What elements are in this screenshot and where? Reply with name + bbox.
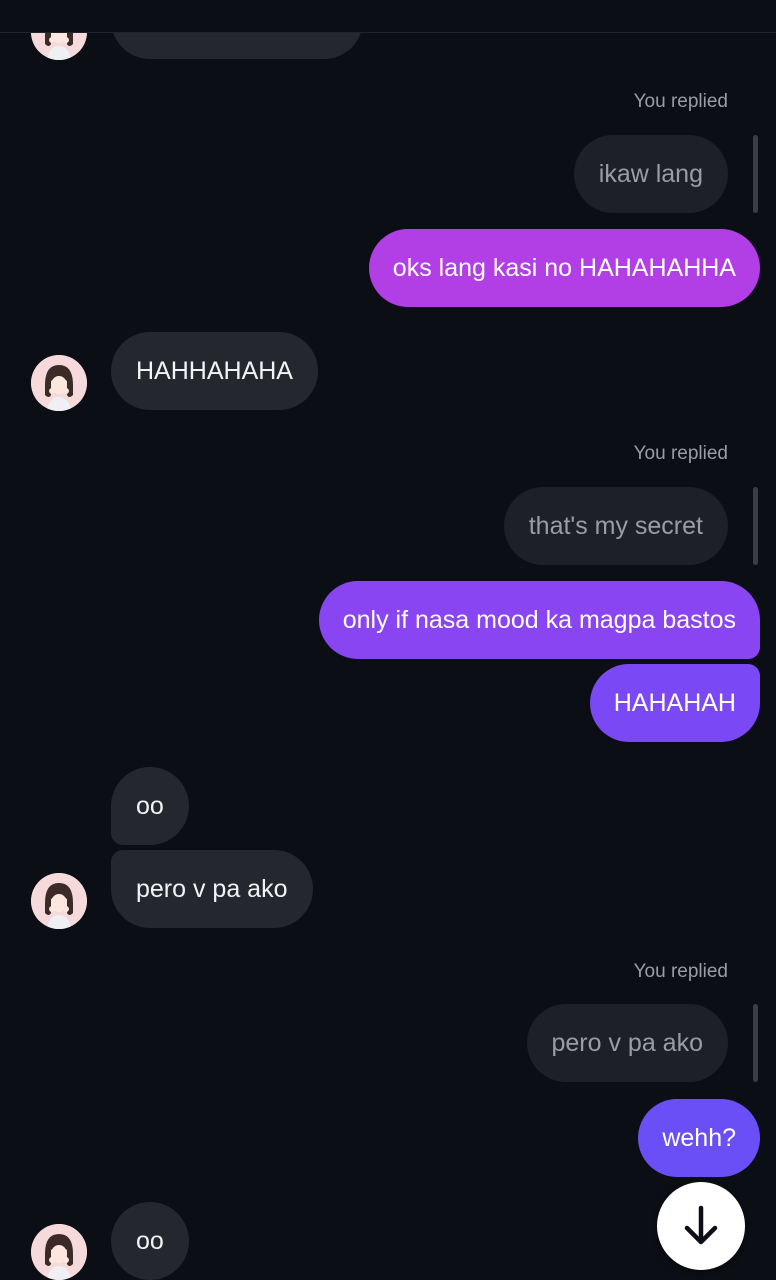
- message-bubble-incoming[interactable]: pero v pa ako: [111, 850, 313, 928]
- message-text: only if nasa mood ka magpa bastos: [342, 605, 736, 634]
- quoted-message-text: pero v pa ako: [551, 1028, 704, 1057]
- message-text: HAHAHAH: [613, 688, 736, 717]
- quoted-message-bubble[interactable]: pero v pa ako: [526, 1004, 728, 1082]
- message-text: oo: [136, 1226, 164, 1255]
- reply-indicator-bar: [753, 487, 758, 565]
- quoted-message-bubble[interactable]: ikaw lang: [573, 135, 728, 213]
- contact-avatar[interactable]: [31, 1224, 87, 1280]
- message-bubble-incoming[interactable]: oo: [111, 767, 189, 845]
- chat-screen: You replied ikaw lang oks lang kasi no H…: [0, 0, 776, 1280]
- message-text: pero v pa ako: [136, 874, 288, 903]
- you-replied-label: You replied: [633, 961, 728, 982]
- header-divider: [0, 0, 776, 33]
- scroll-to-bottom-button[interactable]: [657, 1182, 745, 1270]
- arrow-down-icon: [684, 1205, 718, 1245]
- contact-avatar[interactable]: [31, 355, 87, 411]
- reply-indicator-bar: [753, 1004, 758, 1082]
- quoted-message-text: that's my secret: [528, 511, 703, 540]
- reply-indicator-bar: [753, 135, 758, 213]
- message-text: oks lang kasi no HAHAHAHHA: [392, 253, 736, 282]
- quoted-message-text: ikaw lang: [598, 159, 703, 188]
- message-text: wehh?: [662, 1123, 736, 1152]
- message-text: oo: [136, 791, 164, 820]
- message-bubble-outgoing[interactable]: HAHAHAH: [589, 664, 760, 742]
- quoted-message-bubble[interactable]: that's my secret: [503, 487, 728, 565]
- message-bubble-outgoing[interactable]: oks lang kasi no HAHAHAHHA: [368, 229, 760, 307]
- you-replied-label: You replied: [633, 91, 728, 112]
- you-replied-label: You replied: [633, 443, 728, 464]
- contact-avatar[interactable]: [31, 873, 87, 929]
- message-bubble-incoming[interactable]: oo: [111, 1202, 189, 1280]
- message-bubble-outgoing[interactable]: only if nasa mood ka magpa bastos: [318, 581, 760, 659]
- message-text: HAHHAHAHA: [136, 356, 293, 385]
- message-bubble-outgoing[interactable]: wehh?: [638, 1099, 760, 1177]
- message-bubble-incoming[interactable]: HAHHAHAHA: [111, 332, 318, 410]
